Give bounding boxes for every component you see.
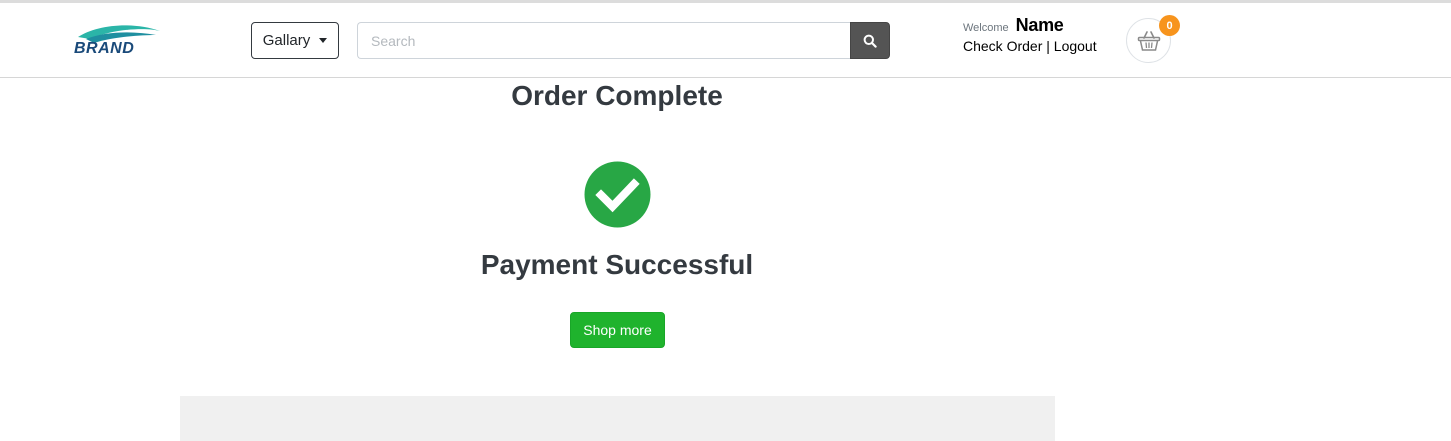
basket-icon [1137,30,1160,51]
brand-logo-text: BRAND [74,40,135,57]
search-icon [863,34,877,48]
footer-panel [180,396,1055,441]
welcome-label: Welcome [963,22,1009,34]
shop-more-button[interactable]: Shop more [570,312,665,348]
chevron-down-icon [319,38,328,43]
link-separator: | [1046,38,1050,54]
account-links: Check Order | Logout [963,38,1097,54]
payment-status-message: Payment Successful [480,249,754,280]
page-title: Order Complete [511,80,723,111]
search-input[interactable] [357,22,851,59]
category-dropdown-label: Gallary [262,32,311,49]
check-circle-icon [584,161,651,228]
search-button[interactable] [850,22,890,59]
welcome-greeting: Welcome Name [963,15,1064,36]
cart-count-badge: 0 [1159,15,1180,36]
logout-link[interactable]: Logout [1054,38,1097,54]
check-order-link[interactable]: Check Order [963,38,1042,54]
site-header: BRAND Gallary Welcome Name Check Order |… [0,3,1451,78]
user-name: Name [1015,15,1064,35]
category-dropdown-button[interactable]: Gallary [251,22,339,59]
